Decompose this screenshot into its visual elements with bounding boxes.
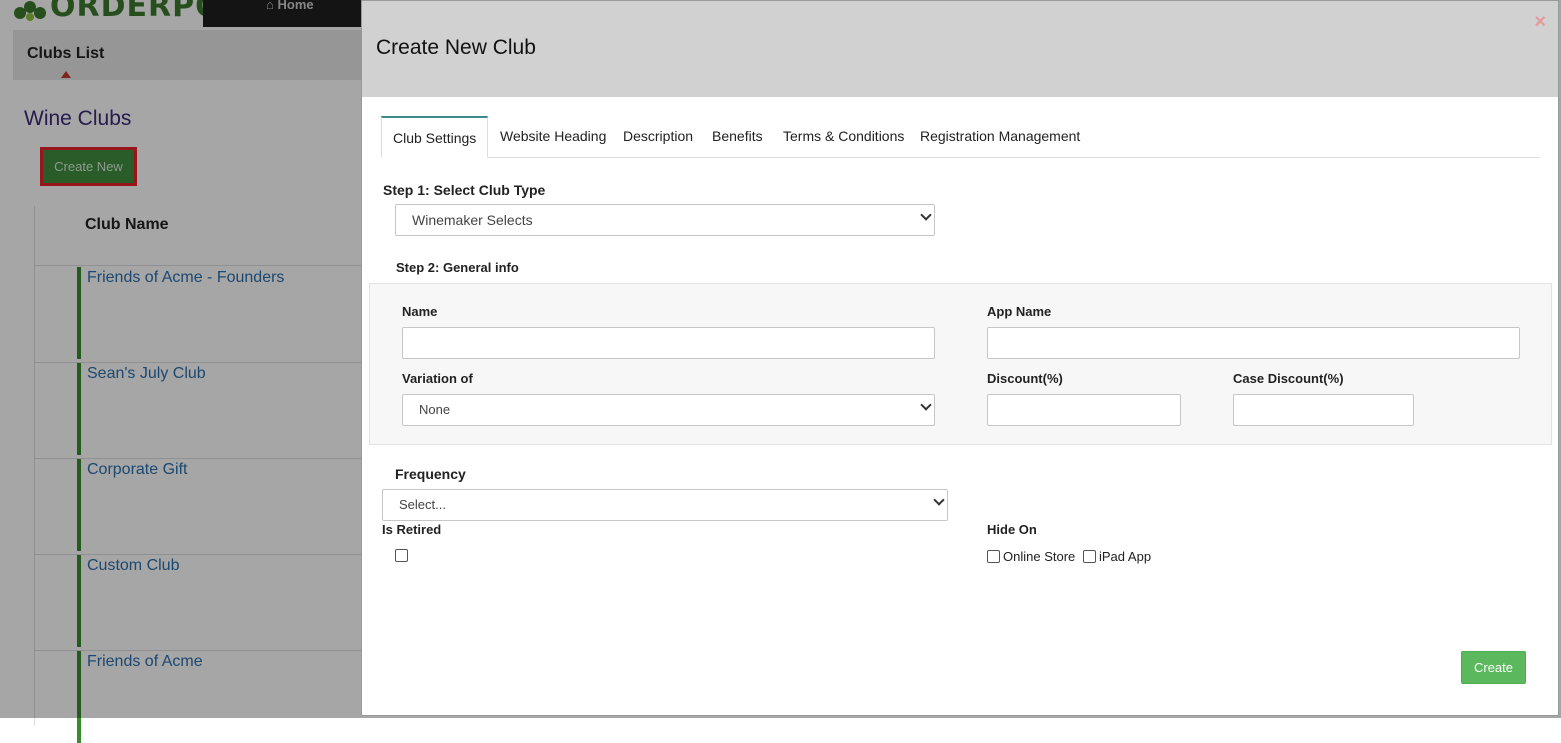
tab-club-settings[interactable]: Club Settings	[381, 116, 489, 158]
chevron-down-icon	[920, 209, 932, 221]
modal-header: Create New Club ×	[362, 1, 1558, 97]
create-button[interactable]: Create	[1461, 651, 1526, 684]
hide-online-store-label: Online Store	[1003, 549, 1076, 564]
name-label: Name	[402, 304, 438, 319]
is-retired-label: Is Retired	[382, 522, 442, 537]
chevron-down-icon	[933, 494, 945, 506]
frequency-value: Select...	[399, 497, 446, 512]
step1-label: Step 1: Select Club Type	[383, 182, 546, 198]
hide-online-store-checkbox[interactable]	[987, 550, 1000, 563]
tab-terms-conditions[interactable]: Terms & Conditions	[783, 116, 904, 158]
variation-value: None	[419, 402, 451, 417]
chevron-down-icon	[920, 399, 932, 411]
name-input[interactable]	[402, 327, 935, 359]
modal-tabs: Club Settings Website Heading Descriptio…	[381, 116, 1540, 158]
discount-label: Discount(%)	[987, 371, 1063, 386]
general-info-panel: Name App Name Variation of None Discount…	[369, 283, 1552, 445]
club-type-select[interactable]: Winemaker Selects	[395, 204, 935, 236]
tab-description[interactable]: Description	[623, 116, 693, 158]
create-club-modal: Create New Club × Club Settings Website …	[361, 0, 1559, 716]
hide-ipad-app-label: iPad App	[1099, 549, 1152, 564]
hide-ipad-app-checkbox[interactable]	[1083, 550, 1096, 563]
tab-benefits[interactable]: Benefits	[712, 116, 763, 158]
step2-label: Step 2: General info	[396, 260, 519, 275]
frequency-select[interactable]: Select...	[382, 489, 948, 521]
case-discount-input[interactable]	[1233, 394, 1414, 426]
modal-title: Create New Club	[376, 36, 536, 59]
frequency-label: Frequency	[395, 466, 466, 482]
is-retired-checkbox[interactable]	[395, 549, 408, 562]
app-name-label: App Name	[987, 304, 1052, 319]
hide-on-label: Hide On	[987, 522, 1037, 537]
tab-website-heading[interactable]: Website Heading	[500, 116, 606, 158]
tab-registration-management[interactable]: Registration Management	[920, 116, 1080, 158]
app-name-input[interactable]	[987, 327, 1520, 359]
club-type-value: Winemaker Selects	[412, 212, 533, 228]
variation-select[interactable]: None	[402, 394, 935, 426]
variation-label: Variation of	[402, 371, 473, 386]
case-discount-label: Case Discount(%)	[1233, 371, 1344, 386]
close-icon[interactable]: ×	[1534, 11, 1546, 34]
discount-input[interactable]	[987, 394, 1181, 426]
